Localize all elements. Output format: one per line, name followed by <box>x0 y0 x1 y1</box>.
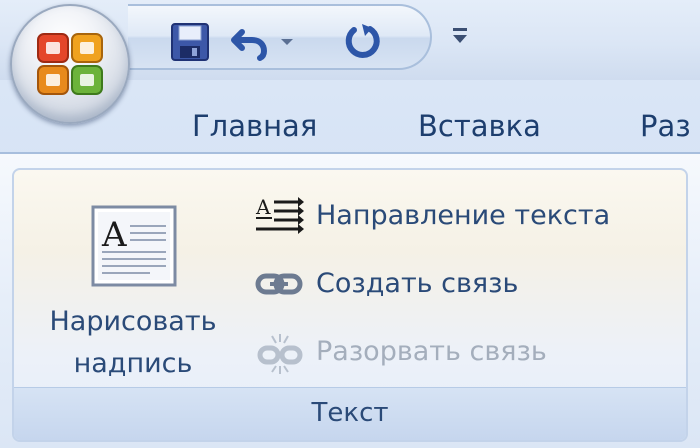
office-logo-icon <box>37 33 103 95</box>
draw-textbox-label-line2: надпись <box>73 348 193 379</box>
ribbon-group-title: Текст <box>14 387 686 440</box>
tab-insert[interactable]: Вставка <box>418 104 541 148</box>
link-icon <box>255 273 303 295</box>
save-icon <box>171 23 209 61</box>
textbox-icon: A <box>91 205 177 287</box>
customize-qat-icon <box>453 28 467 43</box>
ribbon: A Нарисовать надпись A Направление текст… <box>0 152 700 448</box>
tab-home[interactable]: Главная <box>192 104 317 148</box>
undo-button[interactable] <box>228 20 272 64</box>
save-button[interactable] <box>168 20 212 64</box>
text-direction-icon: A <box>255 196 304 234</box>
text-direction-button[interactable]: A Направление текста <box>250 190 680 242</box>
office-button[interactable] <box>10 4 130 124</box>
redo-icon <box>345 24 380 58</box>
word-window: Главная Вставка Раз A Нарисовать надпись… <box>0 0 700 448</box>
draw-textbox-button[interactable]: A Нарисовать надпись <box>28 190 238 390</box>
draw-textbox-label-line1: Нарисовать <box>49 306 217 337</box>
break-link-button[interactable]: Разорвать связь <box>250 326 680 378</box>
text-direction-label: Направление текста <box>316 200 611 231</box>
svg-text:A: A <box>255 196 271 219</box>
break-link-label: Разорвать связь <box>316 336 547 367</box>
undo-icon <box>231 29 268 61</box>
ribbon-group-text: A Нарисовать надпись A Направление текст… <box>12 168 688 442</box>
chevron-down-icon <box>281 39 293 45</box>
customize-qat-button[interactable] <box>448 22 472 50</box>
break-link-icon <box>257 334 303 374</box>
undo-dropdown-button[interactable] <box>278 34 296 48</box>
svg-text:A: A <box>101 215 127 255</box>
quick-access-toolbar <box>128 4 432 70</box>
redo-button[interactable] <box>340 20 384 64</box>
create-link-button[interactable]: Создать связь <box>250 258 680 310</box>
tab-layout[interactable]: Раз <box>640 104 691 148</box>
create-link-label: Создать связь <box>316 268 519 299</box>
